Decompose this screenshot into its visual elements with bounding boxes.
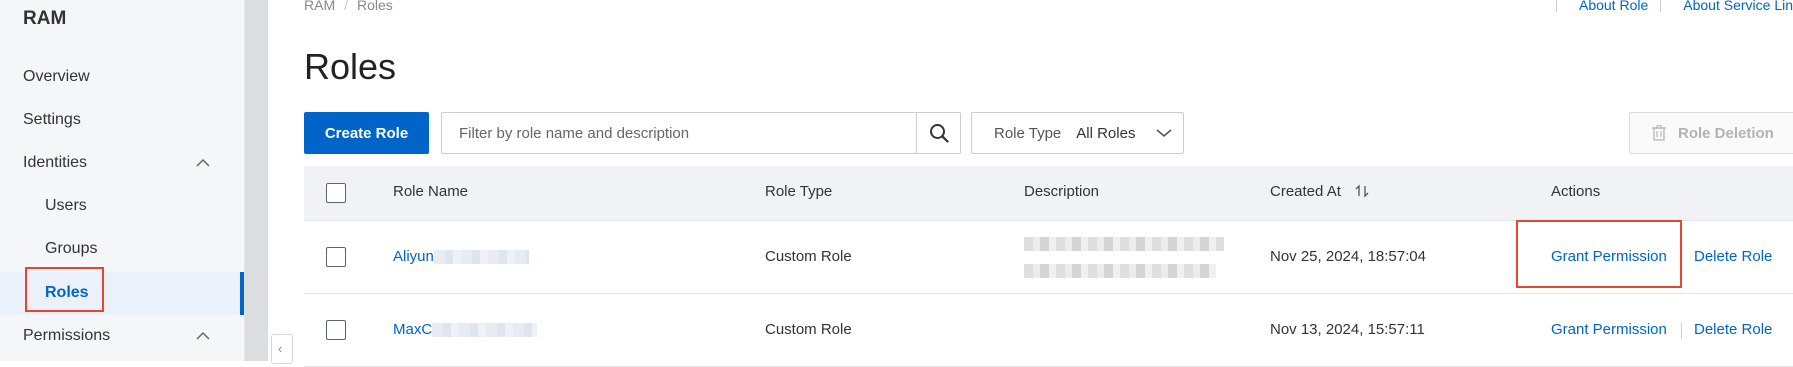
sidebar-item-permissions[interactable]: Permissions — [23, 327, 110, 345]
header-actions: Actions — [1551, 183, 1601, 200]
role-type-label: Role Type — [994, 124, 1062, 142]
top-links: About Role About Service Lin — [1544, 0, 1793, 13]
sidebar-gutter — [245, 0, 268, 361]
sidebar-item-users[interactable]: Users — [45, 197, 87, 215]
sidebar-active-indicator — [240, 272, 244, 315]
role-type-cell: Custom Role — [765, 321, 852, 338]
header-created-at[interactable]: Created At — [1270, 183, 1369, 200]
sidebar-item-overview[interactable]: Overview — [23, 68, 90, 86]
select-all-checkbox[interactable] — [326, 183, 346, 203]
sidebar-brand: RAM — [23, 8, 67, 29]
row-checkbox[interactable] — [326, 247, 346, 267]
grant-permission-link[interactable]: Grant Permission — [1551, 321, 1667, 338]
breadcrumb: RAM / Roles — [304, 0, 393, 13]
create-role-button[interactable]: Create Role — [304, 112, 429, 154]
header-role-type: Role Type — [765, 183, 833, 200]
header-created-at-label: Created At — [1270, 183, 1341, 200]
table-header: Role Name Role Type Description Created … — [304, 166, 1793, 221]
role-deletion-label: Role Deletion — [1678, 124, 1774, 142]
page-title: Roles — [304, 46, 397, 87]
role-type-value: All Roles — [1076, 124, 1136, 142]
role-name-link[interactable]: MaxC — [393, 321, 538, 338]
search-button[interactable] — [916, 113, 960, 153]
delete-role-link[interactable]: Delete Role — [1694, 248, 1772, 265]
about-service-linked-role-link[interactable]: About Service Lin — [1683, 0, 1793, 13]
sidebar: RAM Overview Settings Identities Users G… — [0, 0, 245, 361]
chevron-up-icon[interactable] — [195, 328, 211, 344]
role-type-select[interactable]: Role Type All Roles — [971, 112, 1184, 154]
collapse-sidebar-button[interactable]: ‹ — [271, 334, 293, 364]
sidebar-item-settings[interactable]: Settings — [23, 111, 81, 129]
chevron-up-icon[interactable] — [195, 155, 211, 171]
role-type-cell: Custom Role — [765, 248, 852, 265]
search-input[interactable] — [442, 113, 917, 153]
search-icon — [929, 124, 949, 143]
chevron-left-icon: ‹ — [278, 341, 283, 356]
description-cell — [1024, 237, 1224, 282]
header-role-name: Role Name — [393, 183, 469, 200]
breadcrumb-roles: Roles — [357, 0, 393, 13]
created-at-cell: Nov 25, 2024, 18:57:04 — [1270, 248, 1426, 265]
row-checkbox[interactable] — [326, 320, 346, 340]
sort-icon — [1355, 184, 1369, 198]
about-role-link[interactable]: About Role — [1579, 0, 1648, 13]
breadcrumb-ram[interactable]: RAM — [304, 0, 335, 13]
table-row: MaxC Custom Role Nov 13, 2024, 15:57:11 … — [304, 294, 1793, 367]
sidebar-item-identities[interactable]: Identities — [23, 154, 87, 172]
chevron-down-icon — [1156, 129, 1172, 138]
role-name-link[interactable]: Aliyun — [393, 248, 529, 265]
trash-icon — [1652, 125, 1666, 141]
grant-permission-highlight-box — [1516, 220, 1682, 288]
delete-role-link[interactable]: Delete Role — [1694, 321, 1772, 338]
header-description: Description — [1024, 183, 1100, 200]
created-at-cell: Nov 13, 2024, 15:57:11 — [1270, 321, 1425, 338]
roles-highlight-box — [25, 267, 104, 312]
role-deletion-button[interactable]: Role Deletion — [1629, 112, 1793, 154]
sidebar-item-groups[interactable]: Groups — [45, 240, 97, 258]
search-box — [441, 112, 961, 154]
